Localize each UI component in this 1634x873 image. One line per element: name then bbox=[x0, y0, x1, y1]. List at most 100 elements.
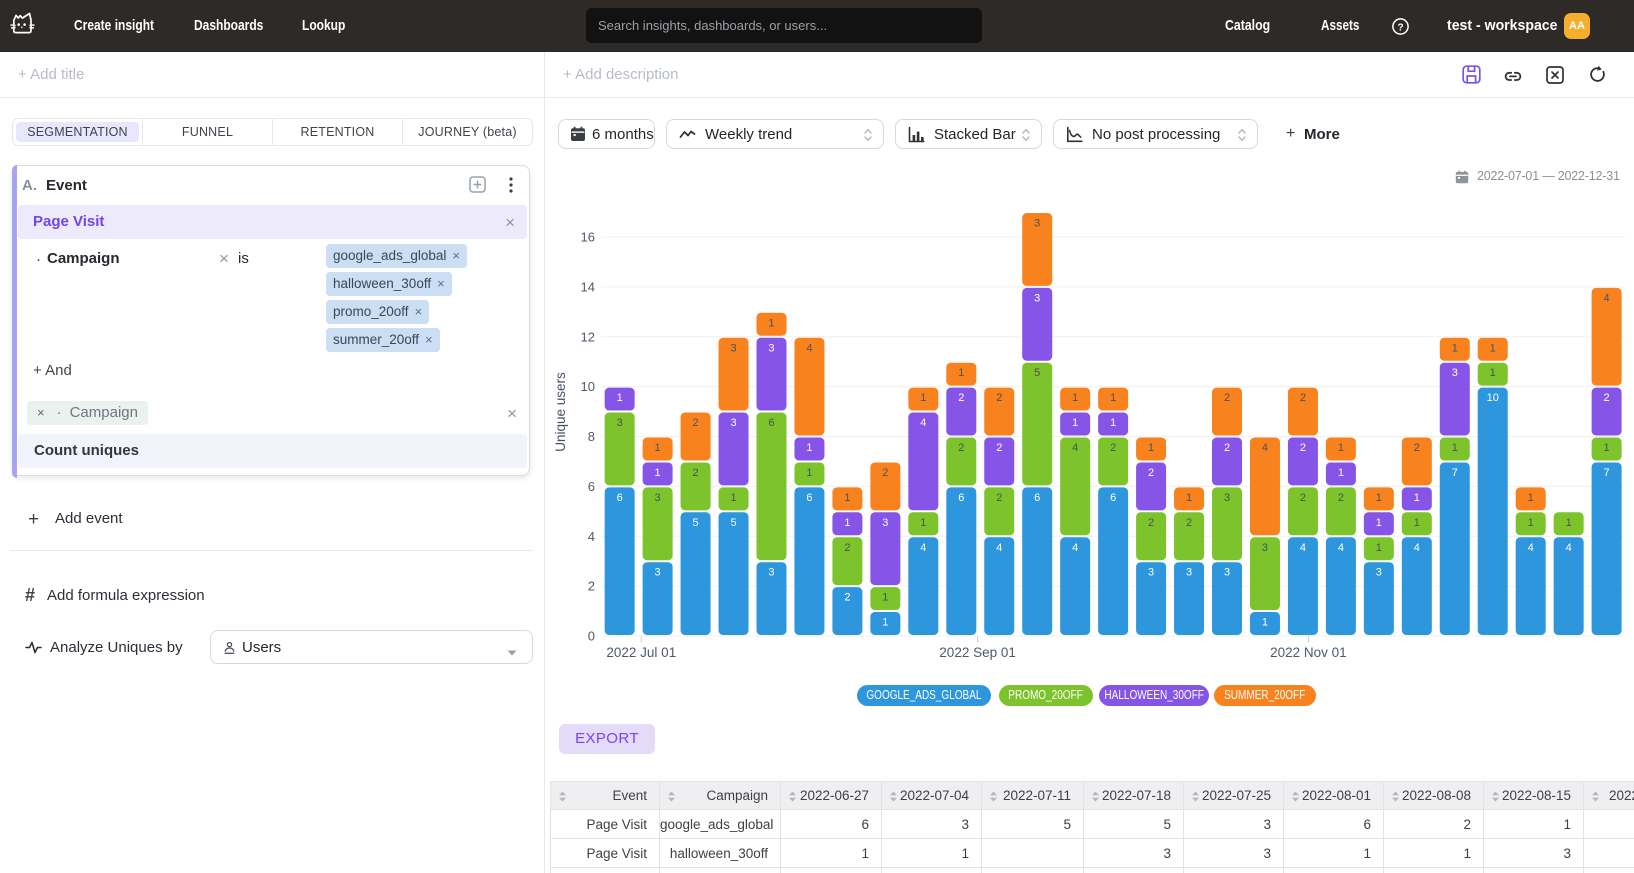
svg-text:14: 14 bbox=[581, 279, 595, 294]
svg-text:4: 4 bbox=[1072, 542, 1078, 554]
svg-text:1: 1 bbox=[1604, 442, 1610, 454]
svg-text:8: 8 bbox=[588, 429, 595, 444]
svg-text:0: 0 bbox=[588, 629, 595, 644]
svg-text:2: 2 bbox=[693, 467, 699, 479]
svg-text:1: 1 bbox=[1262, 617, 1268, 629]
svg-text:3: 3 bbox=[655, 492, 661, 504]
svg-text:1: 1 bbox=[806, 442, 812, 454]
svg-text:1: 1 bbox=[1490, 342, 1496, 354]
svg-text:2: 2 bbox=[1224, 442, 1230, 454]
svg-text:3: 3 bbox=[730, 342, 736, 354]
svg-text:2: 2 bbox=[1148, 517, 1154, 529]
svg-text:6: 6 bbox=[1110, 492, 1116, 504]
svg-text:4: 4 bbox=[588, 529, 595, 544]
svg-text:3: 3 bbox=[730, 417, 736, 429]
svg-text:12: 12 bbox=[581, 329, 595, 344]
svg-text:4: 4 bbox=[996, 542, 1002, 554]
svg-text:2: 2 bbox=[1300, 442, 1306, 454]
svg-text:1: 1 bbox=[882, 592, 888, 604]
svg-text:3: 3 bbox=[882, 517, 888, 529]
svg-text:10: 10 bbox=[581, 379, 595, 394]
svg-text:2: 2 bbox=[1148, 467, 1154, 479]
svg-text:2: 2 bbox=[1186, 517, 1192, 529]
svg-text:2022 Jul 01: 2022 Jul 01 bbox=[606, 645, 676, 660]
svg-text:2: 2 bbox=[996, 392, 1002, 404]
svg-text:2: 2 bbox=[1300, 392, 1306, 404]
svg-text:3: 3 bbox=[1034, 218, 1040, 230]
svg-text:3: 3 bbox=[617, 417, 623, 429]
svg-text:3: 3 bbox=[1224, 492, 1230, 504]
svg-text:4: 4 bbox=[1262, 442, 1268, 454]
svg-text:4: 4 bbox=[1338, 542, 1344, 554]
svg-text:4: 4 bbox=[1528, 542, 1534, 554]
svg-text:4: 4 bbox=[920, 417, 926, 429]
svg-text:3: 3 bbox=[768, 567, 774, 579]
svg-text:3: 3 bbox=[768, 342, 774, 354]
svg-text:2: 2 bbox=[844, 542, 850, 554]
svg-text:1: 1 bbox=[1110, 392, 1116, 404]
svg-text:1: 1 bbox=[920, 517, 926, 529]
svg-text:1: 1 bbox=[920, 392, 926, 404]
svg-text:1: 1 bbox=[1414, 517, 1420, 529]
svg-text:2: 2 bbox=[996, 442, 1002, 454]
svg-text:7: 7 bbox=[1604, 467, 1610, 479]
svg-text:2: 2 bbox=[693, 417, 699, 429]
svg-text:1: 1 bbox=[1490, 367, 1496, 379]
svg-text:1: 1 bbox=[1186, 492, 1192, 504]
svg-text:1: 1 bbox=[1376, 517, 1382, 529]
svg-text:1: 1 bbox=[617, 392, 623, 404]
svg-text:6: 6 bbox=[588, 479, 595, 494]
svg-text:10: 10 bbox=[1487, 392, 1499, 404]
svg-text:1: 1 bbox=[1452, 342, 1458, 354]
svg-text:3: 3 bbox=[1262, 542, 1268, 554]
svg-text:1: 1 bbox=[844, 492, 850, 504]
svg-text:1: 1 bbox=[1072, 392, 1078, 404]
svg-text:16: 16 bbox=[581, 230, 595, 245]
svg-text:1: 1 bbox=[730, 492, 736, 504]
svg-text:2: 2 bbox=[1338, 492, 1344, 504]
svg-text:2: 2 bbox=[1414, 442, 1420, 454]
svg-text:5: 5 bbox=[693, 517, 699, 529]
svg-text:1: 1 bbox=[768, 317, 774, 329]
svg-text:2: 2 bbox=[882, 467, 888, 479]
svg-text:1: 1 bbox=[1376, 492, 1382, 504]
svg-text:3: 3 bbox=[1376, 567, 1382, 579]
svg-text:5: 5 bbox=[730, 517, 736, 529]
svg-text:?: ? bbox=[1397, 22, 1403, 33]
svg-text:4: 4 bbox=[1300, 542, 1306, 554]
svg-text:4: 4 bbox=[806, 342, 812, 354]
svg-text:3: 3 bbox=[1452, 367, 1458, 379]
svg-text:6: 6 bbox=[768, 417, 774, 429]
svg-text:2022 Nov 01: 2022 Nov 01 bbox=[1270, 645, 1347, 660]
svg-text:7: 7 bbox=[1452, 467, 1458, 479]
svg-text:1: 1 bbox=[958, 367, 964, 379]
svg-text:1: 1 bbox=[655, 467, 661, 479]
svg-text:2: 2 bbox=[958, 442, 964, 454]
svg-text:1: 1 bbox=[1338, 442, 1344, 454]
svg-text:1: 1 bbox=[1528, 517, 1534, 529]
svg-text:Unique users: Unique users bbox=[553, 372, 568, 452]
svg-text:2: 2 bbox=[1604, 392, 1610, 404]
svg-text:6: 6 bbox=[617, 492, 623, 504]
svg-text:6: 6 bbox=[1034, 492, 1040, 504]
svg-text:1: 1 bbox=[1148, 442, 1154, 454]
svg-text:2: 2 bbox=[1224, 392, 1230, 404]
svg-text:1: 1 bbox=[1528, 492, 1534, 504]
svg-text:6: 6 bbox=[958, 492, 964, 504]
svg-text:1: 1 bbox=[1566, 517, 1572, 529]
svg-text:2: 2 bbox=[588, 579, 595, 594]
svg-text:6: 6 bbox=[806, 492, 812, 504]
svg-text:1: 1 bbox=[844, 517, 850, 529]
svg-text:2: 2 bbox=[996, 492, 1002, 504]
svg-text:3: 3 bbox=[655, 567, 661, 579]
svg-text:1: 1 bbox=[1414, 492, 1420, 504]
svg-text:2: 2 bbox=[844, 592, 850, 604]
svg-text:1: 1 bbox=[806, 467, 812, 479]
svg-text:2: 2 bbox=[1110, 442, 1116, 454]
svg-text:4: 4 bbox=[1072, 442, 1078, 454]
svg-text:2: 2 bbox=[958, 392, 964, 404]
svg-text:1: 1 bbox=[655, 442, 661, 454]
svg-text:1: 1 bbox=[1338, 467, 1344, 479]
svg-text:5: 5 bbox=[1034, 367, 1040, 379]
svg-text:4: 4 bbox=[1566, 542, 1572, 554]
